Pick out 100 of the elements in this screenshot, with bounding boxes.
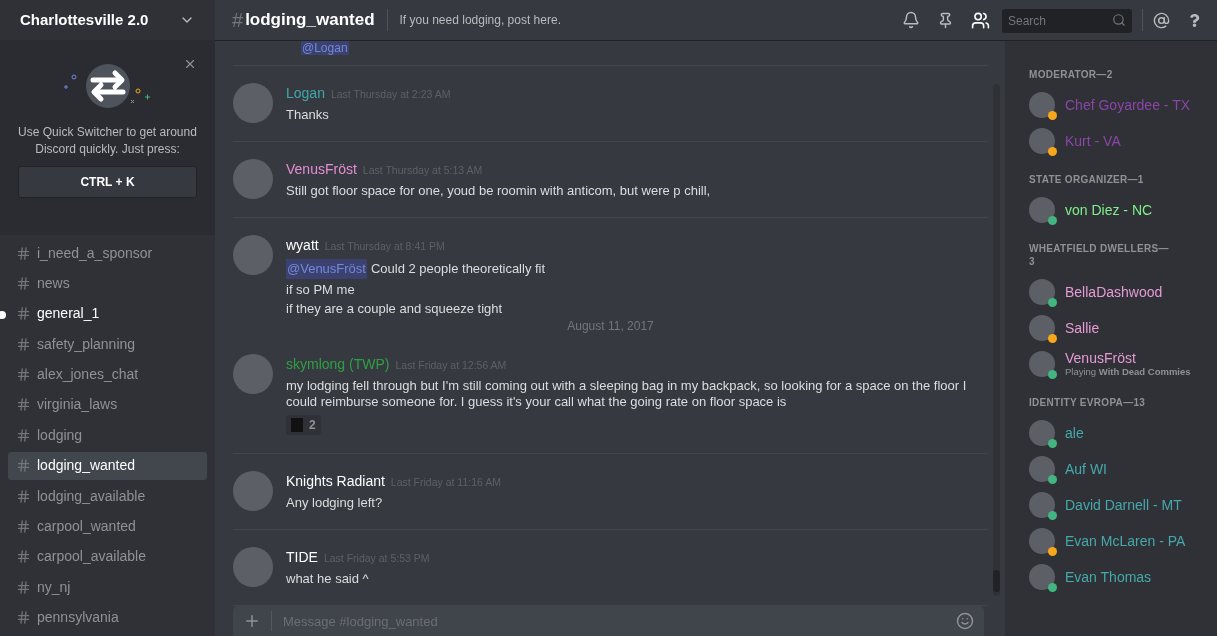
pin-icon[interactable] bbox=[937, 11, 954, 29]
member-name: Kurt - VA bbox=[1065, 133, 1121, 149]
hash-icon bbox=[16, 275, 31, 291]
channel-item[interactable]: i_need_a_sponsor bbox=[8, 239, 207, 267]
hash-icon bbox=[16, 245, 31, 261]
message-text: if they are a couple and squeeze tight bbox=[286, 300, 503, 317]
member-name: VenusFröst bbox=[1065, 350, 1137, 366]
hash-icon bbox=[16, 427, 31, 443]
avatar-picture bbox=[233, 354, 273, 394]
channel-item[interactable]: carpool_available bbox=[8, 542, 207, 571]
avatar-picture bbox=[1029, 197, 1055, 223]
avatar-picture bbox=[233, 547, 273, 587]
member-item[interactable]: von Diez - NC bbox=[1029, 192, 1217, 228]
author-name[interactable]: wyatt bbox=[286, 235, 319, 256]
search-icon bbox=[1112, 13, 1126, 27]
avatar-picture bbox=[1029, 351, 1055, 377]
mention[interactable]: @VenusFröst bbox=[286, 259, 367, 279]
shortcut-button[interactable]: CTRL + K bbox=[18, 166, 197, 198]
avatar-picture bbox=[233, 83, 273, 123]
channel-item[interactable]: carpool_wanted bbox=[8, 512, 207, 541]
hash-icon bbox=[16, 397, 31, 413]
hash-icon bbox=[16, 549, 31, 565]
member-name: Chef Goyardee - TX bbox=[1065, 97, 1191, 113]
message-text: Still got floor space for one, youd be roomin with anticom, but were p chill, bbox=[286, 183, 711, 199]
message-text: my lodging fell through but I'm still coming out with a sleeping bag in my backpack, so looking for a space on the floor I could reimburse someone for. I guess it's your call what the going rate on floor space is bbox=[286, 378, 968, 410]
channel-item[interactable]: alex_jones_chat bbox=[8, 360, 207, 389]
member-name: ale bbox=[1065, 425, 1084, 441]
member-item[interactable]: Kurt - VA bbox=[1029, 123, 1217, 159]
channel-item[interactable]: general_1 bbox=[8, 299, 207, 328]
avatar-picture bbox=[1029, 564, 1055, 590]
hash-icon bbox=[16, 458, 31, 474]
reaction[interactable]: 2 bbox=[286, 415, 321, 435]
member-item[interactable]: VenusFröst Playing With Dead Commies bbox=[1029, 346, 1217, 382]
channel-item[interactable]: virginia_laws bbox=[8, 390, 207, 419]
message-text: Could 2 people theoretically fit bbox=[370, 261, 546, 277]
hash-icon bbox=[16, 579, 31, 595]
hash-icon bbox=[16, 336, 31, 352]
scrollbar[interactable] bbox=[993, 84, 1000, 596]
member-item[interactable]: BellaDashwood bbox=[1029, 274, 1217, 310]
avatar-picture bbox=[1029, 128, 1055, 154]
avatar-picture bbox=[233, 159, 273, 199]
member-name: Auf WI bbox=[1065, 461, 1107, 477]
date-divider: August 11, 2017 bbox=[567, 317, 654, 335]
member-item[interactable]: Evan McLaren - PA bbox=[1029, 523, 1217, 559]
emoji-picture bbox=[291, 418, 303, 432]
avatar-picture bbox=[1029, 492, 1055, 518]
hash-icon bbox=[16, 610, 31, 626]
author-name[interactable]: skymlong (TWP) bbox=[286, 354, 390, 375]
scrollbar-thumb[interactable] bbox=[993, 570, 1000, 592]
mention[interactable]: @Logan bbox=[301, 41, 349, 55]
server-name: Charlottesville 2.0 bbox=[20, 9, 149, 30]
channel-item[interactable]: pennsylvania bbox=[8, 603, 207, 632]
avatar-picture bbox=[233, 235, 273, 275]
hash-icon bbox=[16, 519, 31, 534]
author-name[interactable]: Logan bbox=[286, 83, 325, 104]
member-activity: Playing With Dead Commies bbox=[1065, 366, 1191, 378]
member-item[interactable]: Sallie bbox=[1029, 310, 1217, 346]
channel-title: lodging_wanted bbox=[245, 9, 375, 32]
plus-icon[interactable] bbox=[243, 612, 261, 630]
member-name: Evan Thomas bbox=[1065, 569, 1152, 585]
members-icon[interactable] bbox=[971, 10, 990, 30]
channel-topic: If you need lodging, post here. bbox=[399, 12, 561, 29]
member-item[interactable]: Evan Thomas bbox=[1029, 559, 1217, 595]
member-item[interactable]: David Darnell - MT bbox=[1029, 487, 1217, 523]
avatar-picture bbox=[1029, 315, 1055, 341]
close-icon[interactable] bbox=[183, 57, 197, 71]
channel-item[interactable]: safety_planning bbox=[8, 330, 207, 359]
channel-item[interactable]: lodging bbox=[8, 421, 207, 450]
avatar-picture bbox=[1029, 528, 1055, 554]
channel-item[interactable]: lodging_available bbox=[8, 482, 207, 511]
member-item[interactable]: Auf WI bbox=[1029, 451, 1217, 487]
member-name: Evan McLaren - PA bbox=[1065, 533, 1186, 549]
message-text: if so PM me bbox=[286, 281, 355, 298]
author-name[interactable]: Knights Radiant bbox=[286, 471, 385, 492]
help-icon[interactable] bbox=[1188, 13, 1201, 27]
search-field[interactable]: Search bbox=[1002, 9, 1132, 33]
mention-icon[interactable] bbox=[1153, 11, 1170, 29]
message-text: what he said ^ bbox=[286, 571, 369, 587]
avatar-picture bbox=[1029, 420, 1055, 446]
quick-switcher-text: Use Quick Switcher to get around Discord quickly. Just press: bbox=[17, 124, 198, 158]
channel-hash: # bbox=[232, 8, 244, 33]
emoji-icon[interactable] bbox=[956, 612, 974, 630]
author-name[interactable]: VenusFröst bbox=[286, 159, 357, 180]
hash-icon bbox=[16, 488, 31, 504]
channel-item[interactable]: ny_nj bbox=[8, 573, 207, 602]
message-text: Any lodging left? bbox=[286, 495, 383, 511]
role-heading: IDENTITY EVROPA—13 bbox=[1029, 396, 1147, 409]
member-name: BellaDashwood bbox=[1065, 284, 1163, 300]
author-name[interactable]: TIDE bbox=[286, 547, 318, 568]
channel-item[interactable]: lodging_wanted bbox=[8, 451, 207, 480]
member-name: Sallie bbox=[1065, 320, 1100, 336]
member-item[interactable]: Chef Goyardee - TX bbox=[1029, 87, 1217, 123]
member-name: von Diez - NC bbox=[1065, 202, 1153, 218]
role-heading: MODERATOR—2 bbox=[1029, 68, 1114, 81]
avatar-picture bbox=[1029, 279, 1055, 305]
channel-item[interactable]: news bbox=[8, 269, 207, 298]
member-item[interactable]: ale bbox=[1029, 415, 1217, 451]
avatar-picture bbox=[233, 471, 273, 511]
bell-icon[interactable] bbox=[902, 11, 920, 29]
role-heading: WHEATFIELD DWELLERS—3 bbox=[1029, 242, 1169, 268]
